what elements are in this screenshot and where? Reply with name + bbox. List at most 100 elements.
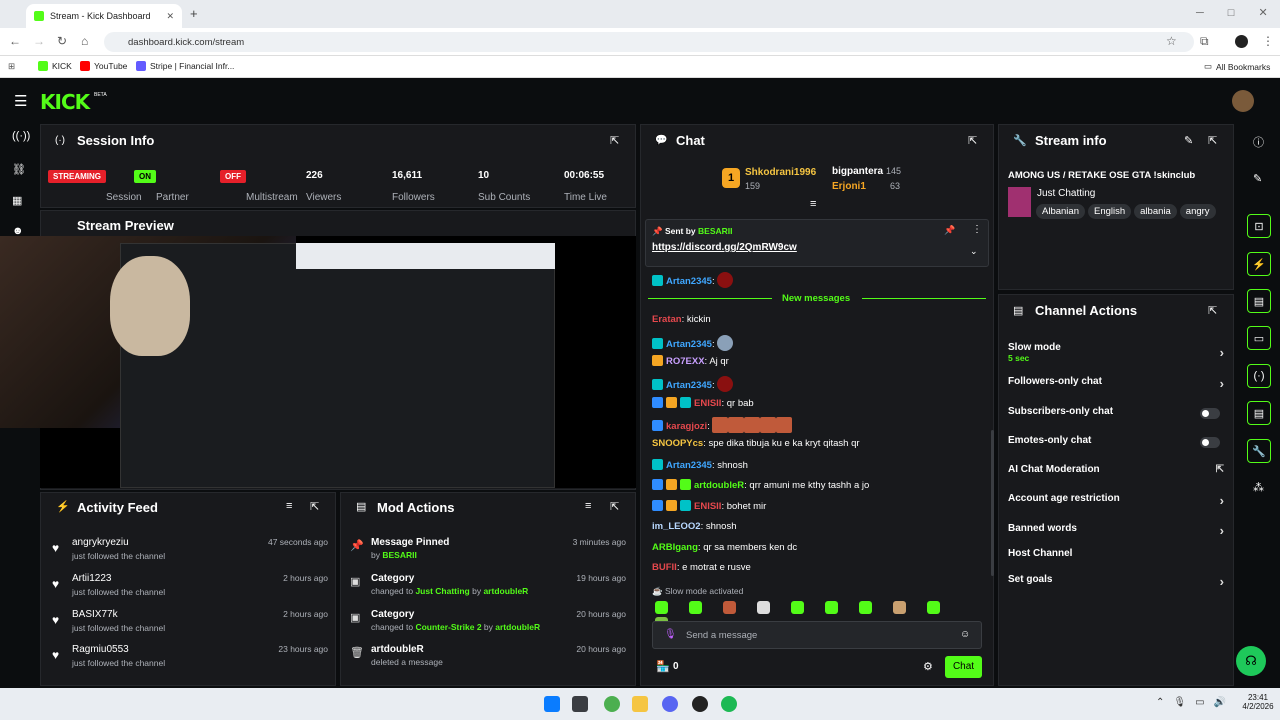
forward-icon[interactable]: → (33, 34, 45, 48)
bookmark-kick[interactable]: KICK (38, 61, 72, 71)
back-icon[interactable]: ← (9, 34, 21, 48)
chat-message[interactable]: ARBIgang: qr sa members ken dc (652, 542, 797, 553)
actions-popout-icon[interactable]: ⇱ (1208, 304, 1217, 317)
info-icon[interactable]: ⓘ (1253, 134, 1264, 150)
document-icon: ▤ (356, 501, 367, 513)
chat-message[interactable]: im_LEOO2: shnosh (652, 521, 737, 532)
chat-message[interactable]: SNOOPYcs: spe dika tibuja ku e ka kryt q… (652, 438, 860, 449)
subscribers-only-action[interactable]: Subscribers-only chat (1008, 406, 1224, 419)
browser-menu-icon[interactable]: ⋮ (1262, 34, 1274, 48)
spotify-icon[interactable] (721, 696, 737, 712)
chat-message[interactable]: artdoubleR: qrr amuni me kthy tashh a jo (652, 479, 869, 491)
mic-icon[interactable]: 🎙 (664, 629, 677, 640)
host-channel-action[interactable]: Host Channel (1008, 548, 1224, 559)
window-controls[interactable]: ─□✕ (1196, 6, 1280, 19)
system-tray-icons[interactable]: ⌃🎙▭🔊 (1156, 697, 1235, 708)
pinned-menu-icon[interactable]: ⋮ (972, 224, 982, 235)
users-icon[interactable]: ⁂ (1253, 481, 1264, 494)
mod-item: 🗑 artdoubleR deleted a message 20 hours ago (350, 644, 626, 667)
chat-send-button[interactable]: Chat (945, 656, 982, 678)
hamburger-menu-icon[interactable]: ☰ (14, 92, 27, 110)
new-tab-icon[interactable]: + (190, 6, 198, 21)
chat-message[interactable]: Artan2345: (652, 272, 734, 288)
kick-logo[interactable]: KICK (40, 90, 90, 114)
new-messages-divider: New messages (782, 293, 851, 304)
pinned-link[interactable]: https://discord.gg/2QmRW9cw (652, 242, 797, 253)
chat-message[interactable]: ENISII: qr bab (652, 397, 754, 409)
chat-message[interactable]: RO7EXX: Aj qr (652, 355, 729, 367)
banned-words-action[interactable]: Banned words › (1008, 523, 1224, 538)
activity-filter-icon[interactable]: ≡ (286, 500, 292, 512)
wrench-button[interactable]: 🔧 (1247, 439, 1271, 463)
chat-popout-icon[interactable]: ⇱ (968, 134, 977, 147)
url-input[interactable]: dashboard.kick.com/stream (104, 32, 1194, 52)
list-button[interactable]: ▤ (1247, 401, 1271, 425)
chat-message[interactable]: BUFII: e motrat e rusve (652, 562, 751, 573)
emotes-only-action[interactable]: Emotes-only chat (1008, 435, 1224, 448)
account-age-action[interactable]: Account age restriction › (1008, 493, 1224, 508)
lightning-button[interactable]: ⚡ (1247, 252, 1271, 276)
close-tab-icon[interactable]: ✕ (166, 11, 174, 22)
bookmark-star-icon[interactable]: ☆ (1166, 34, 1177, 48)
link-nav-icon[interactable]: ⛓ (12, 163, 26, 176)
obs-icon[interactable] (692, 696, 708, 712)
windows-start-icon[interactable] (544, 696, 560, 712)
camera-button[interactable]: ⊡ (1247, 214, 1271, 238)
taskbar-clock[interactable]: 23:41 4/2/2026 (1240, 693, 1276, 711)
emoji-icon[interactable]: ☺ (960, 629, 970, 640)
discord-icon[interactable] (662, 696, 678, 712)
session-popout-icon[interactable]: ⇱ (610, 134, 619, 147)
category-name[interactable]: Just Chatting (1037, 188, 1095, 199)
collapse-leaderboard-icon[interactable]: ≡ (810, 198, 816, 210)
home-icon[interactable]: ⌂ (81, 34, 88, 48)
chat-scrollbar[interactable] (991, 430, 994, 576)
stream-nav-icon[interactable]: ((·)) (12, 130, 30, 142)
bookmark-stripe[interactable]: Stripe | Financial Infr... (136, 61, 234, 71)
extensions-icon[interactable]: ⧉ (1200, 34, 1209, 49)
user-avatar[interactable] (1232, 90, 1254, 112)
subscribers-only-toggle[interactable] (1200, 408, 1220, 419)
channel-actions-title: Channel Actions (1035, 303, 1138, 318)
expand-pinned-icon[interactable]: ⌄ (970, 246, 978, 257)
activity-popout-icon[interactable]: ⇱ (310, 500, 319, 513)
bookmark-youtube[interactable]: YouTube (80, 61, 127, 71)
preview-browser-bar (296, 243, 555, 269)
emotes-only-toggle[interactable] (1200, 437, 1220, 448)
chat-message[interactable]: Eratan: kickin (652, 314, 711, 325)
apps-icon[interactable]: ⊞ (8, 61, 15, 72)
chat-button[interactable]: ▭ (1247, 326, 1271, 350)
profile-avatar[interactable] (1235, 35, 1248, 48)
analytics-nav-icon[interactable]: ▦ (12, 194, 22, 207)
chat-message[interactable]: Artan2345: shnosh (652, 459, 748, 471)
edit-icon[interactable]: ✎ (1253, 172, 1262, 185)
chrome-icon[interactable] (604, 696, 620, 712)
store-icon[interactable]: 🏪 (656, 660, 670, 673)
mod-filter-icon[interactable]: ≡ (585, 500, 591, 512)
chat-message[interactable]: ENISII: bohet mir (652, 500, 766, 512)
stream-info-popout-icon[interactable]: ⇱ (1208, 134, 1217, 147)
set-goals-action[interactable]: Set goals › (1008, 574, 1224, 589)
document-button[interactable]: ▤ (1247, 289, 1271, 313)
followers-only-action[interactable]: Followers-only chat › (1008, 376, 1224, 391)
slow-mode-action[interactable]: Slow mode 5 sec › (1008, 342, 1224, 363)
activity-item: ♥ Ragmiu0553 just followed the channel 23 h… (52, 644, 328, 668)
chat-message[interactable]: Artan2345: (652, 335, 734, 351)
activity-item: ♥ Artii1223 just followed the channel 2 hou… (52, 573, 328, 597)
chat-message[interactable]: karagjozi: (652, 417, 793, 433)
ai-moderation-action[interactable]: AI Chat Moderation ⇱ (1008, 464, 1224, 475)
mod-item: ▣ Category changed to Just Chatting by art… (350, 573, 626, 596)
multistream-stat: OFF Multistream (220, 160, 306, 204)
chat-settings-icon[interactable]: ⚙ (923, 660, 933, 673)
edit-stream-info-icon[interactable]: ✎ (1184, 134, 1193, 147)
support-headset-button[interactable]: ☊ (1236, 646, 1266, 676)
broadcast-button[interactable]: (·) (1247, 364, 1271, 388)
quick-emote-row[interactable] (655, 601, 985, 630)
mod-popout-icon[interactable]: ⇱ (610, 500, 619, 513)
browser-tab[interactable]: Stream - Kick Dashboard ✕ (26, 4, 182, 28)
unpin-icon[interactable]: 📌 (944, 225, 955, 236)
all-bookmarks[interactable]: ▭ All Bookmarks (1204, 61, 1270, 72)
reload-icon[interactable]: ↻ (57, 34, 67, 48)
file-explorer-icon[interactable] (632, 696, 648, 712)
chat-message[interactable]: Artan2345: (652, 376, 734, 392)
task-view-icon[interactable] (572, 696, 588, 712)
